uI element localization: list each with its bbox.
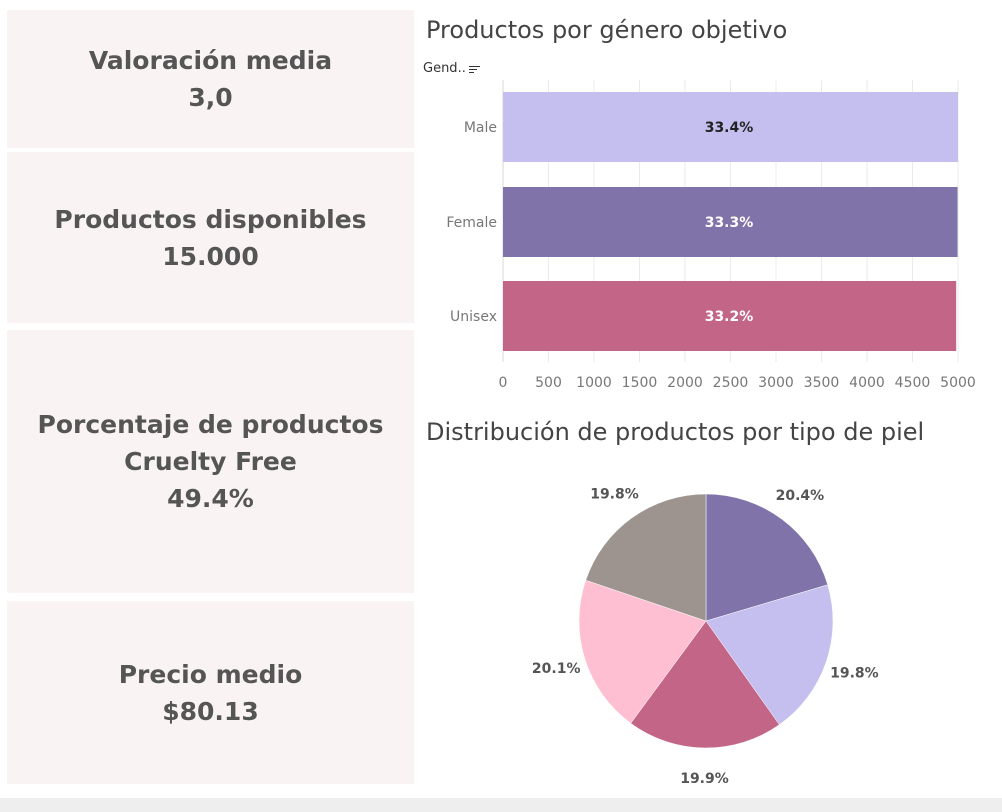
pie-label: 19.8%: [830, 665, 879, 681]
pie-chart: 20.4% 19.8% 19.9% 20.1% 19.8%: [532, 486, 879, 787]
pie-chart-title: Distribución de productos por tipo de pi…: [426, 418, 925, 446]
pie-label: 19.8%: [590, 486, 639, 502]
gender-field-header[interactable]: Gend..: [423, 61, 481, 76]
bar-chart-title: Productos por género objetivo: [426, 16, 788, 44]
gender-header-label: Gend..: [423, 61, 466, 76]
bottom-bar: [0, 798, 1002, 812]
pie-label: 19.9%: [680, 771, 729, 787]
sort-icon[interactable]: [468, 63, 481, 75]
pie-label: 20.4%: [776, 488, 825, 504]
pie-label: 20.1%: [532, 661, 581, 677]
